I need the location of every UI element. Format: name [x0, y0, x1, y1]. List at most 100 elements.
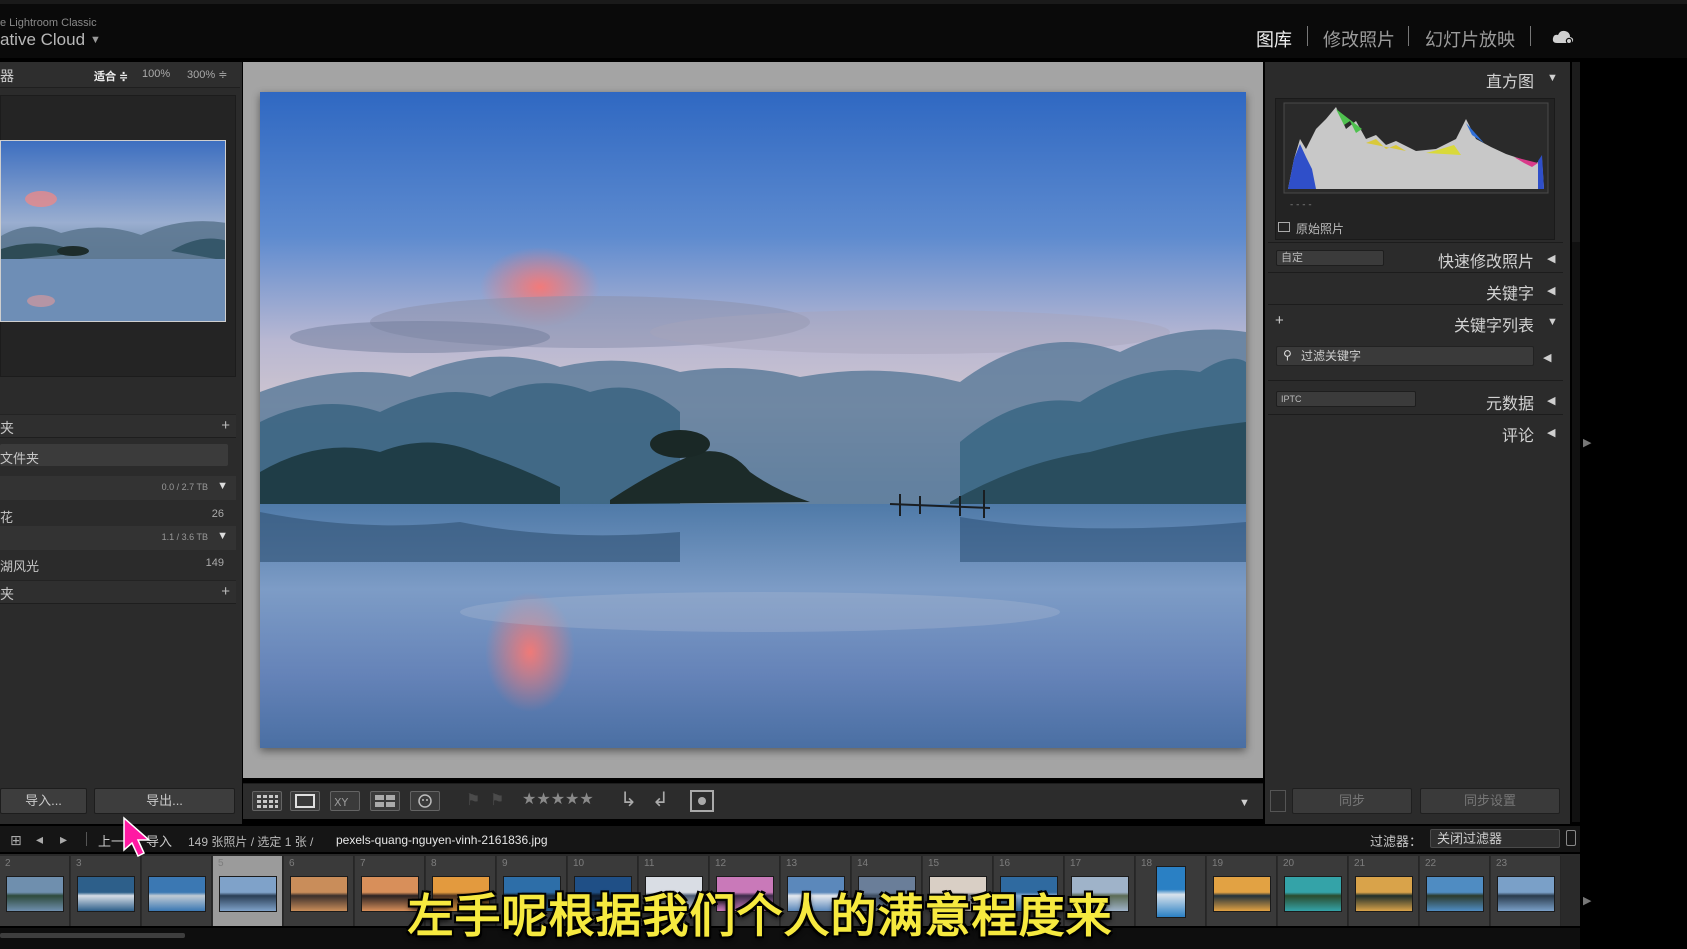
filmstrip-cell-number: 9	[502, 858, 508, 869]
compare-view-icon: XY	[334, 796, 349, 809]
right-panel-scroll-thumb[interactable]	[1572, 62, 1580, 242]
filter-select[interactable]: 关闭过滤器	[1430, 829, 1560, 848]
quick-develop-preset-select[interactable]: 自定	[1276, 250, 1384, 266]
divider	[1268, 242, 1563, 243]
keyword-list-collapse-icon[interactable]: ▼	[1547, 316, 1558, 328]
collections-title: 夹	[0, 586, 14, 602]
keyword-list-title[interactable]: 关键字列表	[1454, 312, 1534, 336]
grid-view-button[interactable]	[252, 791, 282, 811]
metadata-preset-select[interactable]: IPTC	[1276, 391, 1416, 407]
filmstrip-cell-number: 15	[928, 858, 940, 869]
survey-view-button[interactable]	[370, 791, 400, 811]
identity-plate[interactable]: ative Cloud	[0, 30, 85, 50]
import-button[interactable]: 导入...	[0, 788, 87, 814]
people-view-button[interactable]	[410, 791, 440, 811]
metadata-title[interactable]: 元数据	[1486, 390, 1534, 414]
histogram-collapse-icon[interactable]: ▼	[1547, 72, 1558, 84]
module-library[interactable]: 图库	[1256, 26, 1292, 52]
rotate-left-icon[interactable]: ↳	[620, 787, 637, 812]
filmstrip-right-toggle-icon[interactable]: ▶	[1583, 894, 1591, 907]
zoom-fit[interactable]: 适合 ≑	[94, 68, 128, 84]
filmstrip-cell-number: 21	[1354, 858, 1366, 869]
collections-panel-header[interactable]: 夹 +	[0, 580, 236, 604]
loupe-view-button[interactable]	[290, 791, 320, 811]
filmstrip-cell-number: 2	[5, 858, 11, 869]
folder-root-row[interactable]: 文件夹	[0, 444, 236, 466]
face-icon	[418, 794, 432, 808]
navigator-thumbnail[interactable]	[0, 140, 226, 322]
survey-view-icon	[375, 795, 395, 807]
video-subtitle: 左手呢根据我们个人的满意程度来	[407, 889, 1113, 943]
comments-expand-icon[interactable]: ◀	[1547, 426, 1555, 439]
right-panel-toggle-icon[interactable]: ▶	[1583, 436, 1591, 449]
grid-toggle-icon[interactable]: ⊞	[10, 832, 22, 849]
quick-develop-title[interactable]: 快速修改照片	[1438, 248, 1534, 272]
folder-root-label: 文件夹	[0, 451, 40, 466]
forward-arrow-icon[interactable]: ▸	[60, 831, 67, 848]
sync-button[interactable]: 同步	[1292, 788, 1412, 814]
sync-settings-button[interactable]: 同步设置	[1420, 788, 1560, 814]
flag-pick-icon[interactable]: ⚑	[466, 790, 480, 810]
main-photo[interactable]	[260, 92, 1246, 748]
folders-panel-header[interactable]: 夹 +	[0, 414, 236, 438]
toolbar-menu-arrow-icon[interactable]: ▼	[1239, 797, 1250, 809]
add-folder-icon[interactable]: +	[221, 417, 230, 434]
crop-icon[interactable]	[690, 790, 714, 812]
loupe-view-icon	[295, 794, 315, 808]
filmstrip-cell-number: 14	[857, 858, 869, 869]
folder-lake-row[interactable]: 湖风光 149	[0, 552, 236, 576]
module-slideshow[interactable]: 幻灯片放映	[1425, 26, 1515, 52]
volume-1-toggle-icon[interactable]: ▼	[217, 480, 228, 492]
folders-title: 夹	[0, 420, 14, 436]
module-separator	[1408, 26, 1409, 46]
folder-flowers-count: 26	[211, 508, 224, 520]
histogram-title[interactable]: 直方图	[1486, 68, 1534, 92]
keywording-expand-icon[interactable]: ◀	[1547, 284, 1555, 297]
cloud-sync-icon[interactable]	[1551, 28, 1575, 46]
zoom-300[interactable]: 300% ≑	[187, 68, 227, 81]
app-brand-subtitle: e Lightroom Classic	[0, 17, 97, 29]
navigator-title: 器	[0, 68, 14, 84]
folder-flowers-row[interactable]: 花 26	[0, 503, 236, 527]
back-arrow-icon[interactable]: ◂	[36, 831, 43, 848]
module-develop[interactable]: 修改照片	[1323, 26, 1395, 52]
module-separator	[1530, 26, 1531, 46]
filmstrip-cell-number: 10	[573, 858, 585, 869]
svg-text:XY: XY	[334, 796, 349, 809]
metadata-expand-icon[interactable]: ◀	[1547, 394, 1555, 407]
filmstrip-cell-number: 19	[1212, 858, 1224, 869]
comments-title[interactable]: 评论	[1502, 422, 1534, 446]
sync-toggle[interactable]	[1270, 790, 1286, 812]
keyword-filter-input[interactable]: 过滤关键字	[1276, 346, 1534, 366]
module-separator	[1307, 26, 1308, 46]
filter-label: 过滤器：	[1370, 834, 1423, 849]
volume-1-row[interactable]: 0.0 / 2.7 TB ▼	[0, 476, 236, 500]
keywording-title[interactable]: 关键字	[1486, 280, 1534, 304]
add-collection-icon[interactable]: +	[221, 583, 230, 600]
original-photo-checkbox[interactable]	[1278, 222, 1290, 232]
volume-2-capacity: 1.1 / 3.6 TB	[161, 532, 208, 542]
identity-menu-arrow-icon[interactable]: ▼	[90, 34, 101, 46]
compare-view-button[interactable]: XY	[330, 791, 360, 811]
grid-view-icon	[257, 795, 278, 808]
folder-lake-label: 湖风光	[0, 559, 40, 574]
quick-develop-expand-icon[interactable]: ◀	[1547, 252, 1555, 265]
keyword-filter-arrow-icon[interactable]: ◀	[1543, 351, 1551, 364]
separator	[86, 832, 87, 846]
divider	[1268, 414, 1563, 415]
svg-text:- - -: - - - -	[1290, 200, 1312, 210]
filter-lock-icon[interactable]	[1566, 830, 1576, 846]
search-icon: ⚲	[1283, 348, 1292, 362]
flag-reject-icon[interactable]: ⚑	[490, 790, 504, 810]
export-button[interactable]: 导出...	[94, 788, 235, 814]
folder-lake-count: 149	[205, 557, 224, 569]
star-rating[interactable]: ★★★★★	[522, 789, 594, 809]
add-keyword-icon[interactable]: +	[1275, 312, 1284, 329]
current-filename[interactable]: pexels-quang-nguyen-vinh-2161836.jpg	[336, 833, 548, 847]
rotate-right-icon[interactable]: ↲	[652, 787, 669, 812]
zoom-100[interactable]: 100%	[142, 68, 170, 80]
volume-2-row[interactable]: 1.1 / 3.6 TB ▼	[0, 526, 236, 550]
filmstrip-cell-number: 23	[1496, 858, 1508, 869]
volume-2-toggle-icon[interactable]: ▼	[217, 530, 228, 542]
photo-count-summary: 149 张照片 / 选定 1 张 /	[188, 835, 314, 849]
